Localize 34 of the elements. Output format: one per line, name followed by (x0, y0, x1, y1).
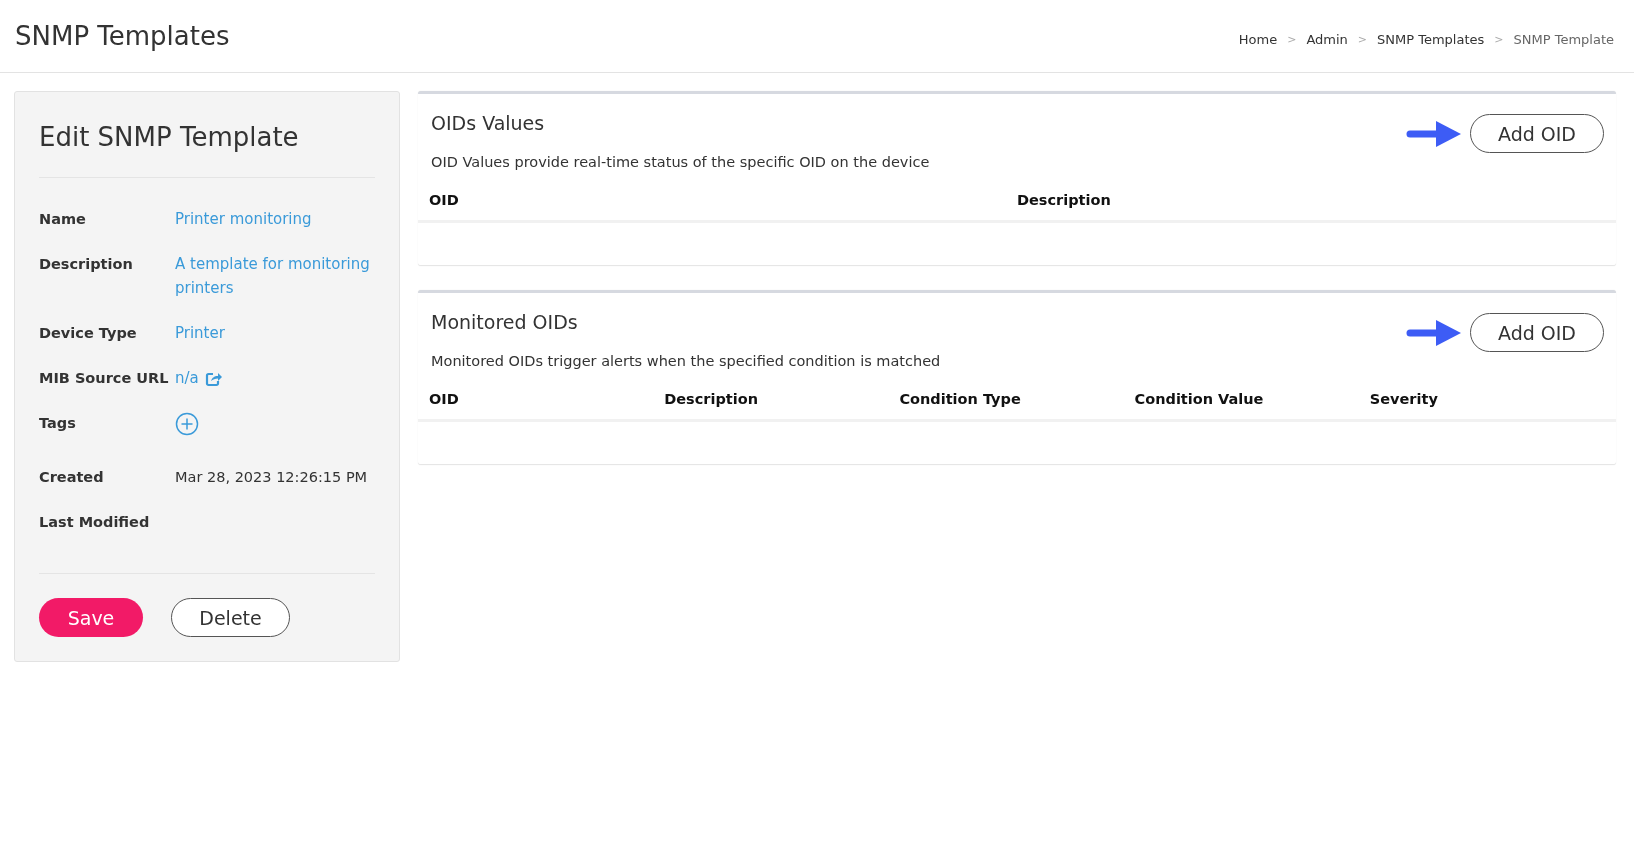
field-label: Name (39, 210, 87, 229)
field-label: Device Type (39, 323, 138, 343)
add-tag-icon[interactable] (175, 412, 199, 437)
column-header: Description (664, 391, 759, 407)
add-oid-button[interactable]: Add OID (1470, 114, 1604, 153)
breadcrumb-link[interactable]: SNMP Templates (1377, 31, 1485, 47)
breadcrumb-separator: > (1494, 32, 1504, 46)
card-title: Edit SNMP Template (39, 122, 300, 152)
field-label: MIB Source URL (39, 369, 170, 388)
breadcrumb-separator: > (1287, 32, 1297, 46)
field-value: Mar 28, 2023 12:26:15 PM (175, 468, 368, 485)
column-header: OID (429, 391, 460, 407)
external-link-icon[interactable] (204, 370, 222, 387)
panel-title: OIDs Values (431, 112, 546, 134)
add-oid-button[interactable]: Add OID (1470, 313, 1604, 352)
field-label: Tags (39, 414, 77, 434)
column-header: Condition Type (899, 391, 1022, 407)
page-title: SNMP Templates (15, 21, 230, 51)
field-label: Last Modified (39, 512, 151, 532)
breadcrumb-link[interactable]: SNMP Template (1513, 31, 1614, 47)
column-header: OID (429, 192, 460, 208)
panel-description: OID Values provide real-time status of the specific OID on the device (431, 154, 930, 170)
breadcrumb-link[interactable]: Admin (1306, 31, 1348, 47)
delete-button[interactable]: Delete (171, 598, 290, 638)
column-header: Description (1017, 192, 1112, 208)
panel-description: Monitored OIDs trigger alerts when the specified condition is matched (431, 353, 941, 369)
save-button[interactable]: Save (39, 598, 143, 638)
field-label: Created (39, 467, 105, 487)
breadcrumb-link[interactable]: Home (1238, 31, 1278, 47)
column-header: Condition Value (1134, 391, 1265, 407)
column-header: Severity (1369, 391, 1439, 407)
breadcrumb-separator: > (1357, 32, 1368, 46)
panel-title: Monitored OIDs (431, 311, 579, 333)
field-label: Description (39, 255, 134, 275)
